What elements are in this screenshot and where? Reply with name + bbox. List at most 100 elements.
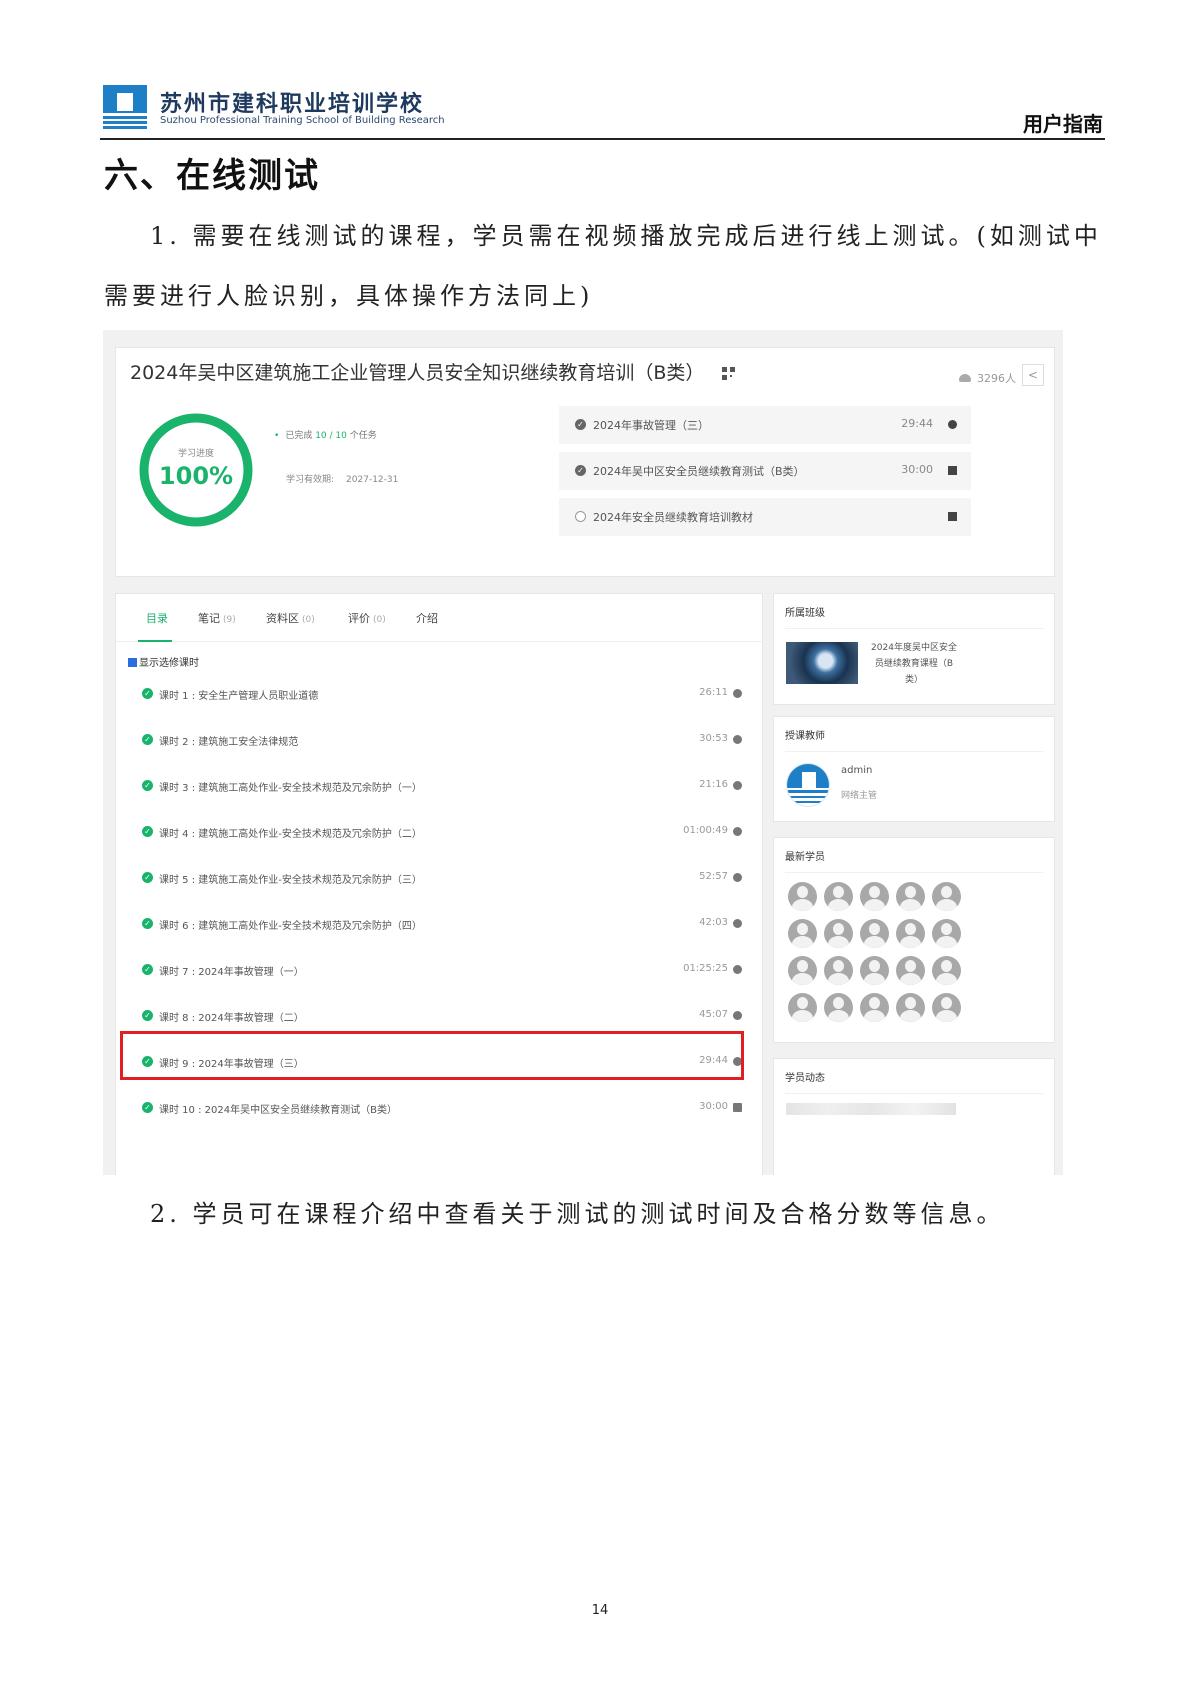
class-name-link[interactable]: 2024年度吴中区安全员继续教育课程（B类） bbox=[870, 640, 958, 688]
student-avatar[interactable] bbox=[788, 956, 817, 985]
student-avatar[interactable] bbox=[824, 956, 853, 985]
validity-label: 学习有效期: bbox=[286, 475, 335, 485]
check-circle-icon: ✓ bbox=[142, 780, 153, 791]
paragraph-1-line-1: 1. 需要在线测试的课程，学员需在视频播放完成后进行线上测试。(如测试中 bbox=[150, 222, 1102, 250]
class-thumbnail[interactable] bbox=[786, 642, 858, 684]
student-avatar[interactable] bbox=[824, 882, 853, 911]
task-title: 2024年事故管理（三） bbox=[593, 419, 709, 432]
lesson-row[interactable]: ✓ 课时 5 : 建筑施工高处作业-安全技术规范及冗余防护（三） 52:57 bbox=[142, 866, 742, 890]
student-avatar[interactable] bbox=[824, 919, 853, 948]
task-time: 29:44 bbox=[901, 417, 933, 430]
student-avatar[interactable] bbox=[896, 956, 925, 985]
teacher-role: 网络主管 bbox=[841, 791, 878, 801]
blurred-activity-text bbox=[786, 1103, 956, 1115]
play-icon bbox=[733, 965, 742, 974]
progress-caption: 学习进度 bbox=[177, 449, 214, 459]
students-card-title: 最新学员 bbox=[785, 852, 825, 863]
completed-count: 10 / 10 bbox=[315, 431, 347, 441]
student-avatar[interactable] bbox=[932, 956, 961, 985]
qr-code-icon[interactable] bbox=[722, 367, 736, 380]
teacher-avatar[interactable] bbox=[786, 763, 830, 807]
lesson-list-card: 目录 笔记 (9) 资料区 (0) 评价 (0) 介绍 显示选修课时 ✓ 课时 1 : … bbox=[115, 593, 763, 1175]
student-count-text: 3296人 bbox=[977, 372, 1016, 385]
share-icon: < bbox=[1027, 368, 1039, 382]
document-header: 苏州市建科职业培训学校 Suzhou Professional Training… bbox=[100, 80, 1105, 140]
completed-tasks: • 已完成 10 / 10 个任务 bbox=[274, 428, 377, 441]
school-name-en: Suzhou Professional Training School of B… bbox=[160, 115, 445, 126]
task-item[interactable]: 2024年安全员继续教育培训教材 bbox=[559, 498, 971, 536]
teacher-card: 授课教师 admin 网络主管 bbox=[773, 716, 1055, 822]
student-avatar[interactable] bbox=[860, 956, 889, 985]
student-avatar[interactable] bbox=[860, 919, 889, 948]
lesson-row[interactable]: ✓ 课时 2 : 建筑施工安全法律规范 30:53 bbox=[142, 728, 742, 752]
student-avatar[interactable] bbox=[932, 919, 961, 948]
divider bbox=[785, 1093, 1043, 1094]
play-icon bbox=[733, 1011, 742, 1020]
tab-label: 资料区 bbox=[266, 612, 299, 625]
student-avatar[interactable] bbox=[788, 919, 817, 948]
student-avatar[interactable] bbox=[896, 919, 925, 948]
lesson-row[interactable]: ✓ 课时 3 : 建筑施工高处作业-安全技术规范及冗余防护（一） 21:16 bbox=[142, 774, 742, 798]
lesson-title: 课时 2 : 建筑施工安全法律规范 bbox=[159, 737, 299, 748]
check-circle-icon: ✓ bbox=[142, 826, 153, 837]
lesson-row[interactable]: ✓ 课时 6 : 建筑施工高处作业-安全技术规范及冗余防护（四） 42:03 bbox=[142, 912, 742, 936]
lesson-duration: 30:53 bbox=[699, 733, 728, 744]
lesson-row[interactable]: ✓ 课时 8 : 2024年事故管理（二） 45:07 bbox=[142, 1004, 742, 1028]
check-circle-icon: ✓ bbox=[142, 964, 153, 975]
check-circle-icon: ✓ bbox=[142, 872, 153, 883]
lesson-title: 课时 4 : 建筑施工高处作业-安全技术规范及冗余防护（二） bbox=[159, 829, 422, 840]
lesson-row[interactable]: ✓ 课时 1 : 安全生产管理人员职业道德 26:11 bbox=[142, 682, 742, 706]
lesson-duration: 01:00:49 bbox=[683, 825, 728, 836]
tab-reviews[interactable]: 评价 (0) bbox=[348, 610, 386, 626]
bullet-dot: • bbox=[274, 431, 280, 441]
student-avatar[interactable] bbox=[896, 882, 925, 911]
play-icon bbox=[733, 735, 742, 744]
lesson-duration: 45:07 bbox=[699, 1009, 728, 1020]
tab-notes[interactable]: 笔记 (9) bbox=[198, 610, 236, 626]
student-avatar[interactable] bbox=[824, 993, 853, 1022]
document-icon bbox=[948, 512, 957, 521]
lesson-row[interactable]: ✓ 课时 4 : 建筑施工高处作业-安全技术规范及冗余防护（二） 01:00:49 bbox=[142, 820, 742, 844]
play-icon bbox=[733, 827, 742, 836]
school-logo bbox=[103, 85, 147, 129]
share-button[interactable]: < bbox=[1022, 364, 1044, 386]
task-item[interactable]: ✓ 2024年吴中区安全员继续教育测试（B类） 30:00 bbox=[559, 452, 971, 490]
lesson-title: 课时 3 : 建筑施工高处作业-安全技术规范及冗余防护（一） bbox=[159, 783, 422, 794]
tab-catalog[interactable]: 目录 bbox=[146, 610, 168, 626]
page-number: 14 bbox=[591, 1603, 609, 1618]
student-avatar[interactable] bbox=[860, 882, 889, 911]
student-avatar[interactable] bbox=[896, 993, 925, 1022]
activity-card-title: 学员动态 bbox=[785, 1073, 825, 1084]
show-elective-checkbox[interactable]: 显示选修课时 bbox=[128, 654, 199, 669]
lesson-title: 课时 6 : 建筑施工高处作业-安全技术规范及冗余防护（四） bbox=[159, 921, 422, 932]
teacher-name[interactable]: admin bbox=[841, 765, 872, 776]
student-avatar[interactable] bbox=[788, 882, 817, 911]
lesson-duration: 30:00 bbox=[699, 1101, 728, 1112]
completed-suffix: 个任务 bbox=[349, 431, 377, 441]
check-circle-icon: ✓ bbox=[142, 1010, 153, 1021]
tab-introduction[interactable]: 介绍 bbox=[416, 610, 438, 626]
paragraph-1-line-2: 需要进行人脸识别，具体操作方法同上) bbox=[104, 282, 594, 310]
student-activity-card: 学员动态 bbox=[773, 1058, 1055, 1175]
task-item[interactable]: ✓ 2024年事故管理（三） 29:44 bbox=[559, 406, 971, 444]
check-circle-icon: ✓ bbox=[142, 1102, 153, 1113]
course-page-screenshot: 2024年吴中区建筑施工企业管理人员安全知识继续教育培训（B类） 3296人 <… bbox=[103, 330, 1063, 1175]
play-icon bbox=[733, 689, 742, 698]
lesson-row[interactable]: ✓ 课时 7 : 2024年事故管理（一） 01:25:25 bbox=[142, 958, 742, 982]
student-avatar[interactable] bbox=[860, 993, 889, 1022]
student-avatar[interactable] bbox=[932, 882, 961, 911]
class-card: 所属班级 2024年度吴中区安全员继续教育课程（B类） bbox=[773, 593, 1055, 705]
course-summary-card: 2024年吴中区建筑施工企业管理人员安全知识继续教育培训（B类） 3296人 <… bbox=[115, 347, 1055, 577]
red-highlight-box bbox=[120, 1031, 744, 1080]
lesson-row[interactable]: ✓ 课时 10 : 2024年吴中区安全员继续教育测试（B类） 30:00 bbox=[142, 1096, 742, 1120]
empty-circle-icon bbox=[575, 511, 586, 522]
divider bbox=[785, 628, 1043, 629]
check-circle-icon: ✓ bbox=[142, 688, 153, 699]
lesson-title: 课时 5 : 建筑施工高处作业-安全技术规范及冗余防护（三） bbox=[159, 875, 422, 886]
check-circle-icon: ✓ bbox=[142, 918, 153, 929]
latest-students-card: 最新学员 bbox=[773, 837, 1055, 1043]
student-avatar[interactable] bbox=[932, 993, 961, 1022]
student-avatar[interactable] bbox=[788, 993, 817, 1022]
tab-materials[interactable]: 资料区 (0) bbox=[266, 610, 315, 626]
lesson-duration: 42:03 bbox=[699, 917, 728, 928]
